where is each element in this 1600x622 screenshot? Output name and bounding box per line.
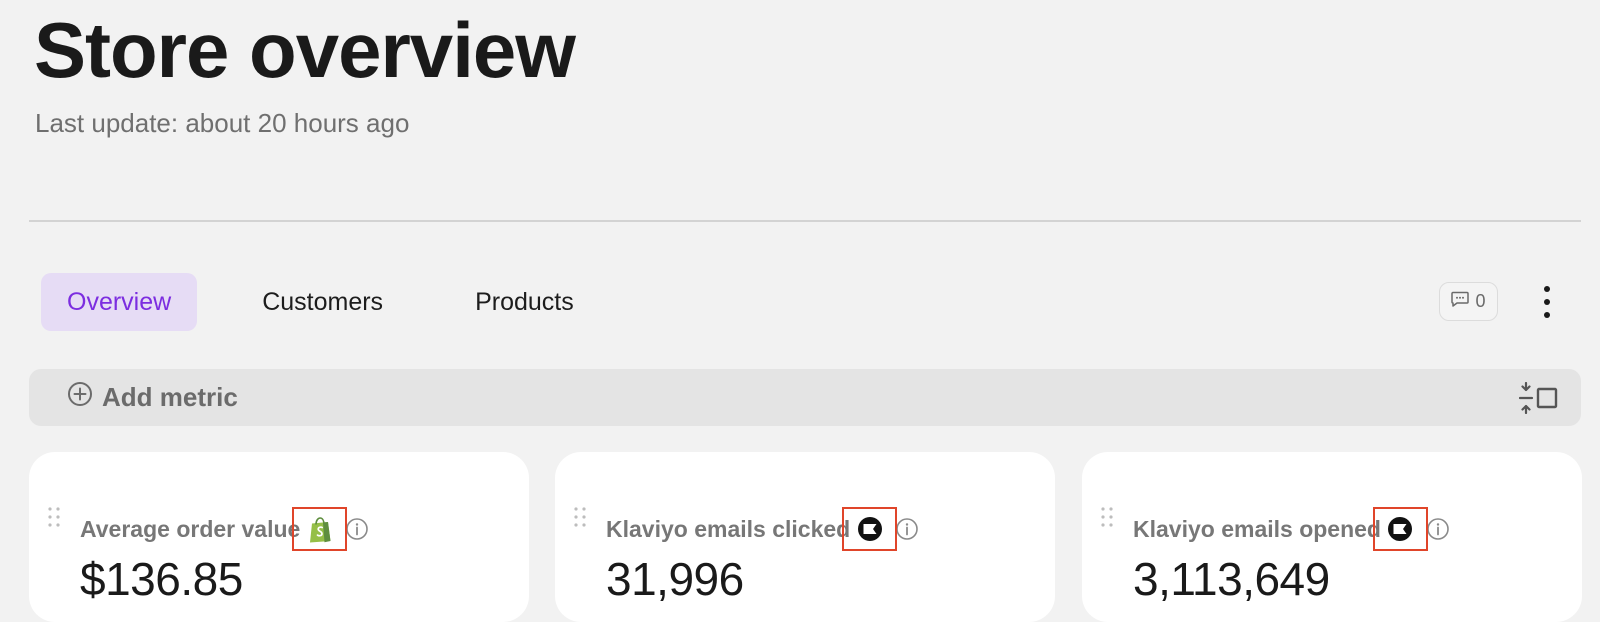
collapse-layout-icon <box>1518 381 1558 415</box>
klaviyo-flag-icon <box>1388 517 1413 541</box>
card-title: Klaviyo emails clicked <box>606 515 851 542</box>
more-options-button[interactable] <box>1535 283 1559 321</box>
header-divider <box>29 220 1581 222</box>
klaviyo-flag-icon <box>857 517 882 541</box>
metric-card-klaviyo-emails-opened[interactable]: Klaviyo emails opened 3,113,649 <box>1082 452 1582 622</box>
card-value: $136.85 <box>80 553 243 605</box>
vertical-ellipsis-icon <box>1544 286 1550 318</box>
drag-handle-icon[interactable] <box>1100 506 1114 528</box>
info-icon[interactable] <box>345 517 369 541</box>
plus-circle-icon <box>67 381 93 414</box>
shopify-bag-icon <box>309 516 331 542</box>
collapse-layout-button[interactable] <box>1518 381 1559 415</box>
source-highlight <box>842 507 898 551</box>
metric-card-average-order-value[interactable]: Average order value $136.85 <box>29 452 529 622</box>
card-value: 3,113,649 <box>1133 553 1330 605</box>
source-highlight <box>292 507 348 551</box>
card-title: Klaviyo emails opened <box>1133 515 1381 542</box>
card-header: Klaviyo emails clicked <box>606 507 919 551</box>
last-update-text: Last update: about 20 hours ago <box>35 108 410 138</box>
tab-overview[interactable]: Overview <box>41 273 198 331</box>
drag-handle-icon[interactable] <box>47 506 61 528</box>
metric-toolbar: Add metric <box>29 369 1581 426</box>
metric-card-klaviyo-emails-clicked[interactable]: Klaviyo emails clicked 31,996 <box>555 452 1055 622</box>
info-icon[interactable] <box>1426 517 1450 541</box>
page-title: Store overview <box>34 6 576 94</box>
tab-products[interactable]: Products <box>475 273 574 331</box>
card-header: Klaviyo emails opened <box>1133 507 1450 551</box>
source-highlight <box>1372 507 1428 551</box>
tab-customers[interactable]: Customers <box>262 273 383 331</box>
dashboard-tabs: Overview Customers Products <box>41 273 574 331</box>
drag-handle-icon[interactable] <box>573 506 587 528</box>
info-icon[interactable] <box>895 517 919 541</box>
chat-bubble-icon <box>1451 291 1470 312</box>
add-metric-label: Add metric <box>102 382 238 412</box>
card-header: Average order value <box>80 507 369 551</box>
card-value: 31,996 <box>606 553 744 605</box>
comments-button[interactable]: 0 <box>1439 282 1498 321</box>
add-metric-button[interactable]: Add metric <box>67 369 238 426</box>
comment-count: 0 <box>1475 291 1486 311</box>
card-title: Average order value <box>80 515 301 542</box>
